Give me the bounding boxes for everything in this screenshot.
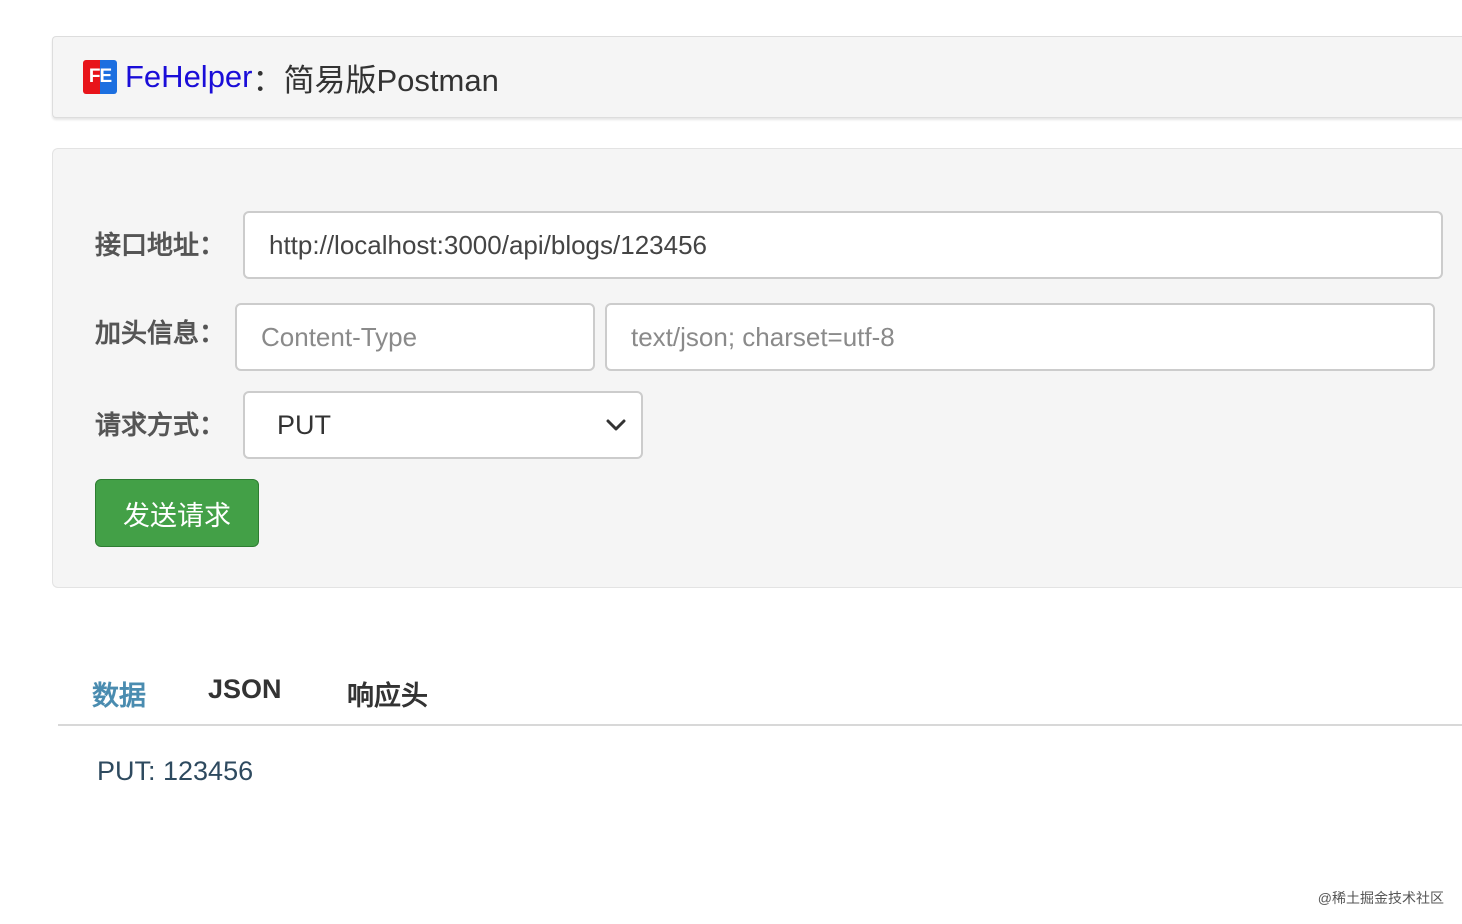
header-label: 加头信息：	[95, 318, 226, 348]
watermark: @稀土掘金技术社区	[1317, 890, 1444, 906]
method-selected-value: PUT	[277, 409, 331, 440]
result-tabs: 数据 JSON 响应头	[58, 660, 1462, 726]
url-label: 接口地址：	[95, 230, 226, 260]
title-separator: ：	[252, 62, 284, 98]
brand-link[interactable]: FeHelper	[125, 59, 253, 95]
response-body: PUT: 123456	[97, 756, 254, 786]
request-form-panel: 接口地址： 加头信息： 请求方式： PUT 发送请求	[52, 148, 1462, 588]
tab-json[interactable]: JSON	[208, 674, 282, 705]
method-select[interactable]: PUT	[243, 391, 643, 459]
chevron-down-icon	[605, 414, 627, 436]
tab-data[interactable]: 数据	[92, 674, 146, 713]
send-request-button[interactable]: 发送请求	[95, 479, 259, 547]
header-panel: FE FeHelper ： 简易版Postman	[52, 36, 1462, 118]
method-label: 请求方式：	[95, 410, 226, 440]
fehelper-logo-icon: FE	[83, 60, 117, 94]
url-input[interactable]	[243, 211, 1443, 279]
header-value-input[interactable]	[605, 303, 1435, 371]
header-key-input[interactable]	[235, 303, 595, 371]
tab-response-headers[interactable]: 响应头	[347, 674, 428, 713]
page-title: 简易版Postman	[283, 62, 499, 98]
